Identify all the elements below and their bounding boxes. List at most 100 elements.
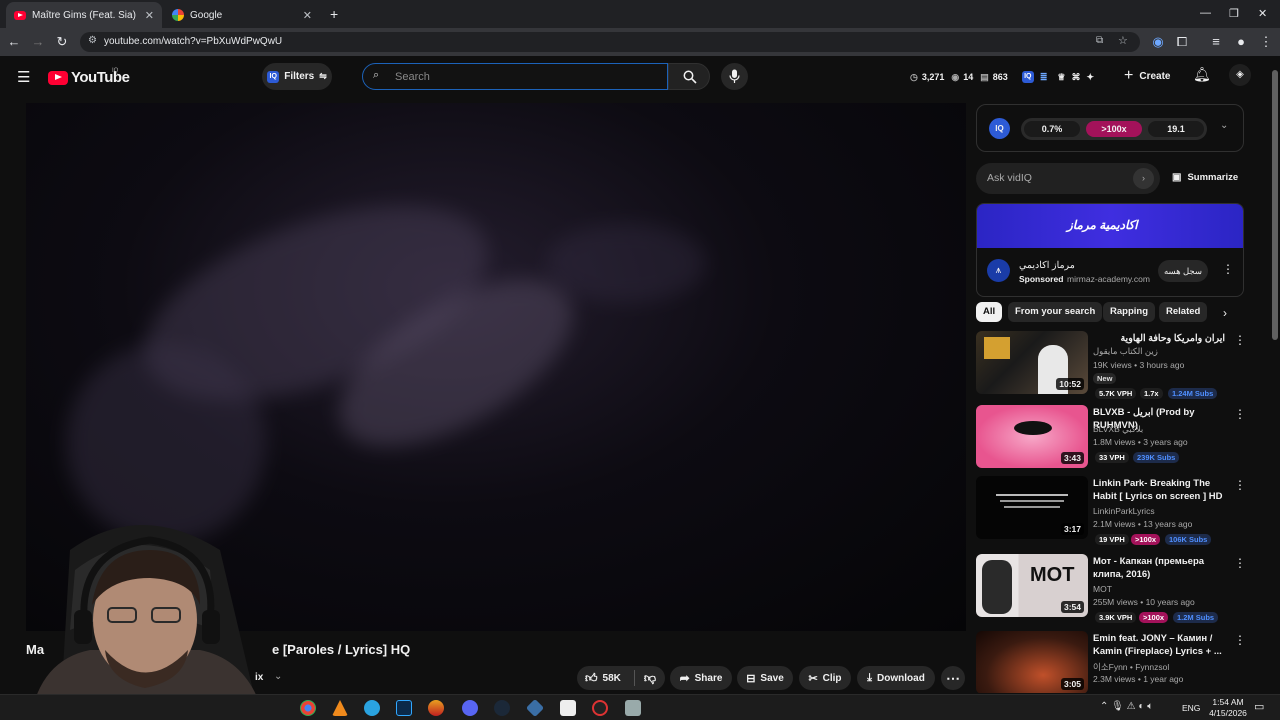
app-taskbar-icon[interactable]: [525, 698, 545, 718]
send-arrow-icon[interactable]: ›: [1133, 168, 1154, 189]
language-indicator[interactable]: ENG: [1182, 703, 1200, 713]
bookmark-star-icon[interactable]: ☆: [1118, 34, 1128, 47]
search-button[interactable]: [668, 63, 710, 90]
video-title: Emin feat. JONY – Камин / Kamin (Firepla…: [1093, 633, 1222, 657]
channel-name: LinkinParkLyrics: [1093, 506, 1155, 516]
new-tab-button[interactable]: +: [330, 6, 338, 22]
summary-book-icon: ▣: [1172, 172, 1182, 183]
photoshop-taskbar-icon[interactable]: [396, 700, 412, 716]
capcut-taskbar-icon[interactable]: [560, 700, 576, 716]
site-info-icon[interactable]: ⚙: [88, 35, 97, 46]
video-more-icon[interactable]: ⋮: [1234, 333, 1246, 347]
menu-kebab-icon[interactable]: ⋮: [1258, 34, 1274, 50]
app-taskbar-icon[interactable]: [428, 700, 444, 716]
channel-name: 이소Fynn • Fynnzsol: [1093, 662, 1170, 672]
extensions-icon[interactable]: ⧠: [1174, 34, 1190, 50]
list-item[interactable]: 3:05 Emin feat. JONY – Камин / Kamin (Fi…: [976, 631, 1246, 693]
close-window-icon[interactable]: ✕: [1258, 7, 1267, 20]
clock-date[interactable]: 4/15/2026: [1203, 708, 1253, 718]
filters-button[interactable]: IQ Filters ⇋: [262, 63, 332, 90]
sponsored-ad-card[interactable]: اكاديمية مرماز ⩚ مرماز اكاديمي Sponsored…: [976, 203, 1244, 297]
vlc-taskbar-icon[interactable]: [332, 700, 348, 716]
vidiq-list-icon[interactable]: ≣: [1040, 72, 1048, 83]
vidiq-tag-icon[interactable]: ⌘: [1071, 72, 1080, 83]
account-avatar[interactable]: ◈: [1229, 64, 1251, 86]
vidiq-trophy-icon[interactable]: ♕: [1057, 72, 1065, 83]
chrome-taskbar-icon[interactable]: [300, 700, 316, 716]
hamburger-menu-icon[interactable]: ☰: [17, 68, 30, 86]
profile-icon[interactable]: ●: [1233, 34, 1249, 50]
logo-text: YouTube: [71, 69, 130, 86]
install-app-icon[interactable]: ⧉: [1096, 35, 1103, 46]
scrollbar-thumb[interactable]: [1272, 70, 1278, 340]
back-icon[interactable]: ←: [6, 34, 22, 50]
stat-eye: 14: [963, 72, 974, 82]
reading-list-icon[interactable]: ≡: [1208, 34, 1224, 50]
chip-related[interactable]: Related: [1159, 302, 1208, 322]
list-item[interactable]: MOT 3:54 Мот - Капкан (премьера клипа, 2…: [976, 554, 1246, 624]
video-more-icon[interactable]: ⋮: [1234, 407, 1246, 421]
clock-time[interactable]: 1:54 AM: [1208, 697, 1248, 707]
vidiq-icon[interactable]: IQ: [1021, 71, 1034, 83]
discord-taskbar-icon[interactable]: [462, 700, 478, 716]
forward-icon[interactable]: →: [30, 34, 46, 50]
tab-youtube[interactable]: Maître Gims (Feat. Sia) - Je Te P ✕: [6, 2, 162, 28]
app-taskbar-icon[interactable]: [625, 700, 641, 716]
video-more-icon[interactable]: ⋮: [1234, 556, 1246, 570]
mix-label[interactable]: ix: [255, 672, 263, 683]
ad-cta-button[interactable]: سجل هسه: [1158, 260, 1208, 282]
clip-button[interactable]: ✂ Clip: [799, 666, 851, 690]
ad-more-icon[interactable]: ⋮: [1222, 262, 1234, 276]
summarize-button[interactable]: ▣ Summarize: [1172, 172, 1238, 183]
chip-all[interactable]: All: [976, 302, 1003, 322]
video-more-icon[interactable]: ⋮: [1234, 633, 1246, 647]
video-thumbnail[interactable]: 10:52: [976, 331, 1088, 394]
thumbs-down-icon[interactable]: 👎︎: [644, 671, 656, 686]
video-thumbnail[interactable]: 3:05: [976, 631, 1088, 693]
tab-google[interactable]: Google ✕: [164, 2, 320, 28]
video-thumbnail[interactable]: MOT 3:54: [976, 554, 1088, 617]
ask-vidiq-input[interactable]: Ask vidIQ ›: [976, 163, 1160, 194]
new-badge: New: [1093, 373, 1117, 384]
plus-icon: +: [1124, 67, 1134, 84]
create-button[interactable]: + Create: [1124, 67, 1170, 85]
steam-taskbar-icon[interactable]: [494, 700, 510, 716]
stat-time: 3,271: [921, 72, 945, 82]
chip-from-your-search[interactable]: From your search: [1008, 302, 1103, 322]
ad-banner[interactable]: اكاديمية مرماز: [977, 204, 1243, 248]
more-actions-icon[interactable]: ⋯: [941, 666, 965, 690]
close-tab-icon[interactable]: ✕: [303, 9, 312, 22]
list-item[interactable]: 3:43 BLVXB - ابريل (Prod by RUHMVN) BLVX…: [976, 405, 1246, 475]
search-placeholder: Search: [395, 71, 430, 83]
download-button[interactable]: ⤓ Download: [857, 666, 935, 690]
obs-taskbar-icon[interactable]: [592, 700, 608, 716]
chip-rapping[interactable]: Rapping: [1103, 302, 1155, 322]
microphone-icon: [729, 69, 740, 83]
share-button[interactable]: ➦ Share: [670, 666, 732, 690]
notifications-bell-icon[interactable]: 🔔︎: [1193, 66, 1211, 83]
vidiq-sparkle-icon[interactable]: ✦: [1086, 72, 1094, 83]
search-input[interactable]: ⌕ Search: [362, 63, 668, 90]
chevron-down-icon[interactable]: ⌄: [274, 671, 282, 682]
telegram-taskbar-icon[interactable]: [364, 700, 380, 716]
like-button[interactable]: 👍︎ 58K: [585, 671, 621, 686]
close-tab-icon[interactable]: ✕: [145, 9, 154, 22]
chevron-right-icon[interactable]: ›: [1223, 306, 1227, 320]
notification-center-icon[interactable]: ▭: [1254, 700, 1264, 713]
voice-search-button[interactable]: [721, 63, 748, 90]
video-more-icon[interactable]: ⋮: [1234, 478, 1246, 492]
video-thumbnail[interactable]: 3:43: [976, 405, 1088, 468]
reload-icon[interactable]: ↻: [54, 34, 70, 50]
chevron-down-icon[interactable]: ⌄: [1220, 120, 1228, 131]
video-thumbnail[interactable]: 3:17: [976, 476, 1088, 539]
omnibox[interactable]: ⚙ youtube.com/watch?v=PbXuWdPwQwU ⧉ ☆: [80, 32, 1140, 52]
page-scrollbar[interactable]: [1270, 56, 1280, 694]
sponsored-label: Sponsored: [1019, 274, 1064, 284]
system-tray-icons[interactable]: ⌃ 🎙︎ ⚠ ◐ 🔈︎: [1100, 701, 1153, 712]
list-item[interactable]: 3:17 Linkin Park- Breaking The Habit [ L…: [976, 476, 1246, 546]
minimize-icon[interactable]: —: [1200, 7, 1211, 19]
list-item[interactable]: 10:52 ايران وامريكا وحافة الهاوية زين ال…: [976, 331, 1246, 401]
extension-vidiq-icon[interactable]: ◉: [1150, 34, 1166, 50]
save-button[interactable]: ⊟ Save: [737, 666, 793, 690]
restore-icon[interactable]: ❐: [1229, 7, 1239, 20]
